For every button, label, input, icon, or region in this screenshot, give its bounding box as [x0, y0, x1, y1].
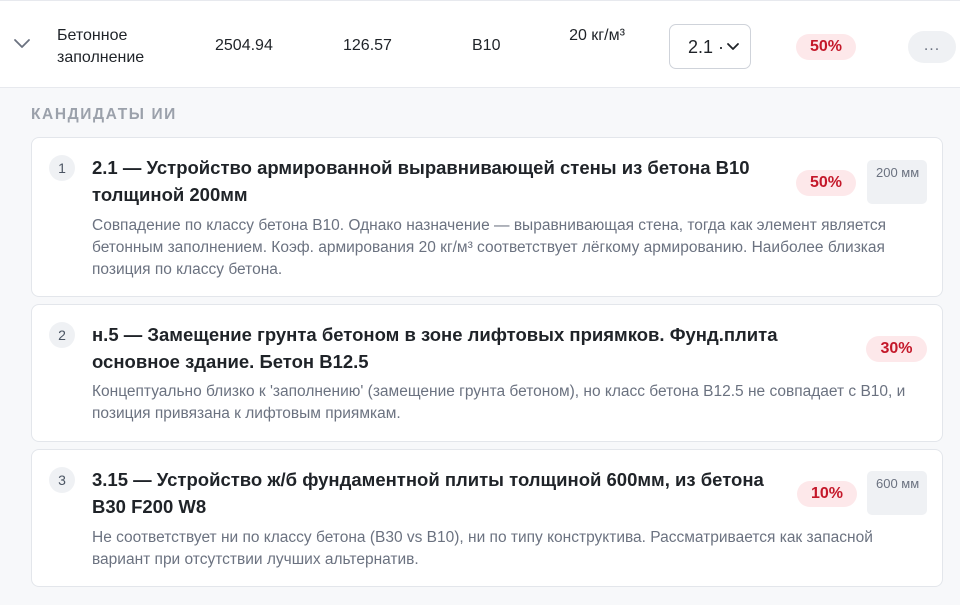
position-select[interactable]: 2.1 · 2.1 — [669, 24, 751, 69]
chevron-down-icon — [727, 43, 739, 50]
candidate-title: 3.15 — Устройство ж/б фундаментной плиты… — [92, 469, 764, 517]
candidate-thickness: 200 мм — [867, 160, 927, 204]
candidate-card[interactable]: 1 2.1 — Устройство армированной выравнив… — [31, 137, 943, 297]
candidate-description: Совпадение по классу бетона B10. Однако … — [92, 217, 887, 278]
candidate-description: Не соответствует ни по классу бетона (B3… — [92, 529, 873, 568]
candidate-index: 3 — [49, 467, 75, 493]
position-select-value: 2.1 · 2.1 — [688, 37, 722, 57]
candidate-description: Концептуально близко к 'заполнению' (зам… — [92, 383, 906, 422]
more-actions-button[interactable]: ... — [908, 31, 956, 63]
candidate-percent-badge: 50% — [796, 170, 856, 196]
candidate-title: 2.1 — Устройство армированной выравниваю… — [92, 157, 750, 205]
candidate-thickness: 600 мм — [867, 471, 927, 515]
element-value-2: 126.57 — [343, 37, 392, 54]
element-row: Бетонное заполнение 2504.94 126.57 B10 2… — [0, 0, 960, 88]
candidate-percent-badge: 10% — [797, 481, 857, 507]
chevron-down-icon[interactable] — [12, 37, 32, 51]
reinforcement-ratio: 20 кг/м³ — [569, 27, 625, 44]
concrete-class: B10 — [472, 37, 501, 54]
element-value-1: 2504.94 — [215, 37, 273, 54]
candidate-index: 1 — [49, 155, 75, 181]
candidate-card[interactable]: 3 3.15 — Устройство ж/б фундаментной пли… — [31, 449, 943, 587]
candidate-percent-badge: 30% — [866, 336, 927, 362]
candidate-title: н.5 — Замещение грунта бетоном в зоне ли… — [92, 324, 778, 372]
candidate-index: 2 — [49, 322, 75, 348]
section-title: КАНДИДАТЫ ИИ — [31, 106, 177, 123]
match-percent-badge: 50% — [796, 34, 856, 60]
candidate-card[interactable]: 2 н.5 — Замещение грунта бетоном в зоне … — [31, 304, 943, 442]
element-name: Бетонное заполнение — [57, 27, 145, 66]
